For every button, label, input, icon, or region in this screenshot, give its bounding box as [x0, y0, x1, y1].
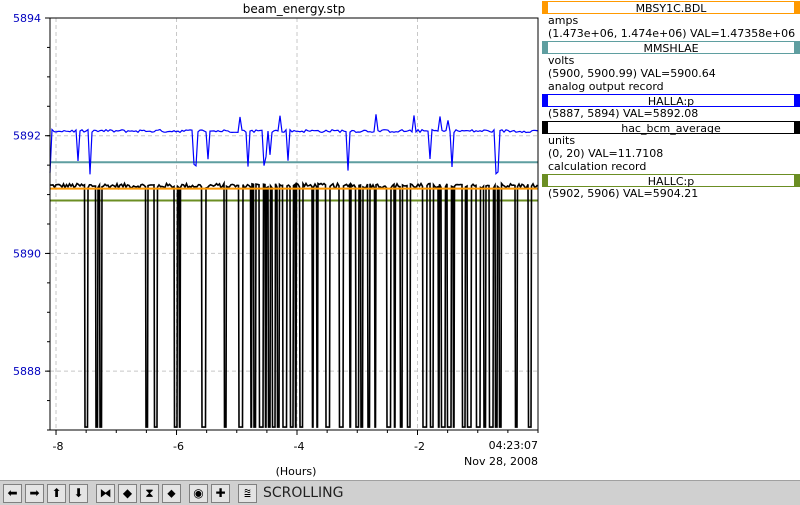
- legend-entry-detail: volts: [548, 54, 575, 67]
- zoom-out-y-icon: ⬥: [167, 486, 176, 500]
- legend-entry-header[interactable]: HALLA:p: [542, 94, 800, 108]
- legend-entry-detail: (1.473e+06, 1.474e+06) VAL=1.47358e+06: [548, 27, 796, 40]
- arrow-up-icon: ⬆: [51, 486, 62, 500]
- zoom-in-y-icon: ⧗: [145, 486, 154, 500]
- zoom-out-x-button[interactable]: ◆: [118, 483, 137, 503]
- y-tick-label: 5892: [13, 130, 41, 143]
- chart-title: beam_energy.stp: [243, 2, 346, 16]
- end-date-label: Nov 28, 2008: [464, 455, 538, 468]
- x-tick-label: -6: [173, 440, 184, 453]
- y-axis: 5894 5892 5890 5888: [13, 12, 50, 431]
- legend-entry-detail: analog output record: [548, 80, 664, 93]
- arrow-left-icon: ⬅: [7, 486, 18, 500]
- y-tick-label: 5888: [13, 365, 41, 378]
- record-button[interactable]: ◉: [189, 483, 208, 503]
- scroll-mode-icon: ⩰: [243, 486, 252, 500]
- add-button[interactable]: ✚: [211, 483, 230, 503]
- series-hac-bcm-average: [49, 180, 539, 428]
- scroll-right-button[interactable]: ➡: [25, 483, 44, 503]
- legend-panel: MBSY1C.BDL amps (1.473e+06, 1.474e+06) VAL…: [542, 0, 800, 478]
- legend-entry-header[interactable]: HALLC:p: [542, 174, 800, 188]
- legend-entry-header[interactable]: MMSHLAE: [542, 41, 800, 55]
- legend-entry-detail: (0, 20) VAL=11.7108: [548, 147, 664, 160]
- series-halla-p: [49, 114, 539, 175]
- legend-entry-header[interactable]: hac_bcm_average: [542, 121, 800, 135]
- zoom-out-y-button[interactable]: ⬥: [162, 483, 181, 503]
- end-time-label: 04:23:07: [489, 439, 538, 452]
- legend-entry-detail: (5887, 5894) VAL=5892.08: [548, 107, 699, 120]
- legend-entry-detail: units: [548, 134, 576, 147]
- y-tick-label: 5890: [13, 247, 41, 260]
- x-tick-label: -4: [294, 440, 305, 453]
- toolbar: ⬅ ➡ ⬆ ⬇ ⧓ ◆ ⧗ ⬥ ◉ ✚ ⩰ SCROLLING: [0, 480, 800, 505]
- arrow-right-icon: ➡: [29, 486, 40, 500]
- legend-entry-detail: (5902, 5906) VAL=5904.21: [548, 187, 699, 200]
- legend-entry-detail: calculation record: [548, 160, 647, 173]
- zoom-out-x-icon: ◆: [122, 486, 133, 500]
- status-label: SCROLLING: [263, 485, 344, 501]
- legend-entry-header[interactable]: MBSY1C.BDL: [542, 1, 800, 15]
- target-icon: ◉: [193, 486, 204, 500]
- zoom-in-x-icon: ⧓: [99, 486, 112, 500]
- legend-entry-detail: (5900, 5900.99) VAL=5900.64: [548, 67, 716, 80]
- zoom-in-x-button[interactable]: ⧓: [96, 483, 115, 503]
- arrow-down-icon: ⬇: [73, 486, 84, 500]
- x-tick-label: -2: [414, 440, 425, 453]
- y-tick-label: 5894: [13, 12, 41, 25]
- zoom-in-y-button[interactable]: ⧗: [140, 483, 159, 503]
- scroll-mode-button[interactable]: ⩰: [238, 483, 257, 503]
- scroll-left-button[interactable]: ⬅: [3, 483, 22, 503]
- x-tick-label: -8: [53, 440, 64, 453]
- series-layer: [49, 114, 539, 428]
- x-axis: -8 -6 -4 -2: [53, 430, 539, 453]
- plus-icon: ✚: [215, 486, 226, 500]
- scroll-down-button[interactable]: ⬇: [69, 483, 88, 503]
- legend-entry-detail: amps: [548, 14, 579, 27]
- x-axis-label: (Hours): [276, 465, 317, 478]
- scroll-up-button[interactable]: ⬆: [47, 483, 66, 503]
